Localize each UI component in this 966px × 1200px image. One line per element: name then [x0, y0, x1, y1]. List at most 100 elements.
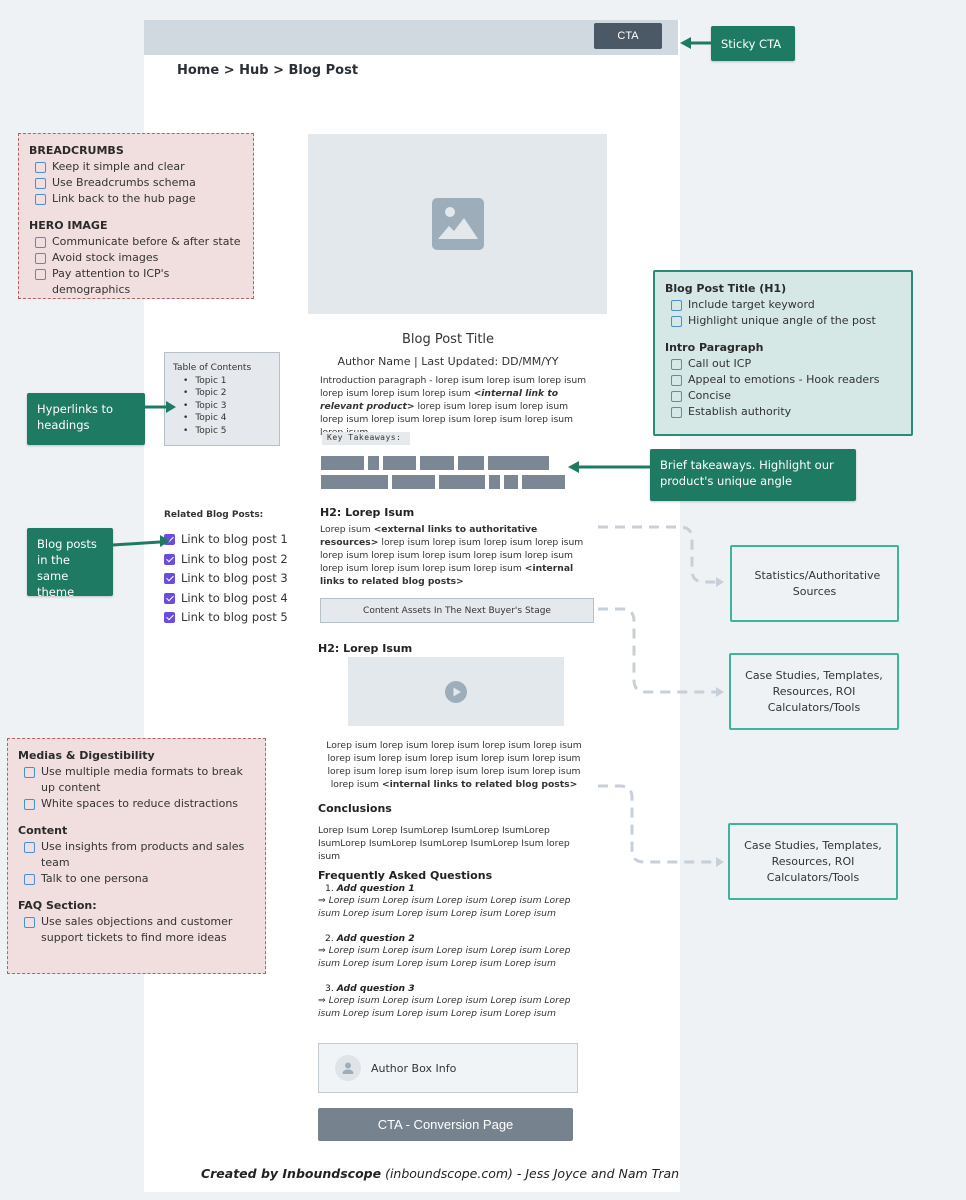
faq-answer: ⇒ Lorep isum Lorep isum Lorep isum Lorep… — [318, 995, 571, 1019]
checkbox[interactable] — [35, 177, 46, 189]
checkbox[interactable] — [671, 315, 682, 327]
related-post-link[interactable]: Link to blog post 1 — [164, 530, 288, 550]
checklist-item[interactable]: Use sales objections and customer suppor… — [24, 914, 255, 946]
checkbox[interactable] — [671, 406, 682, 418]
toc-link[interactable]: Topic 1 — [173, 375, 271, 388]
breadcrumb[interactable]: Home > Hub > Blog Post — [177, 63, 358, 78]
footer-credit: Created by Inboundscope (inboundscope.co… — [144, 1166, 736, 1181]
annotation-text: Hyperlinks to headings — [37, 402, 114, 432]
checklist-item[interactable]: Keep it simple and clear — [35, 159, 243, 175]
checkbox[interactable] — [35, 161, 46, 173]
faq-number: 1. — [325, 883, 334, 894]
hero-image-placeholder — [308, 134, 607, 314]
annotation-brief-takeaways: Brief takeaways. Highlight our product's… — [650, 449, 856, 501]
table-of-contents: Table of Contents Topic 1 Topic 2 Topic … — [164, 352, 280, 446]
checkbox[interactable] — [24, 916, 35, 928]
takeaway-bar — [439, 475, 485, 489]
item-label: Call out ICP — [688, 357, 752, 370]
checklist-item[interactable]: Use insights from products and sales tea… — [24, 839, 255, 871]
takeaway-bar — [321, 456, 364, 470]
checklist-item[interactable]: White spaces to reduce distractions — [24, 796, 255, 812]
side-box-case-studies: Case Studies, Templates, Resources, ROI … — [729, 653, 899, 730]
sticky-cta-button[interactable]: CTA — [594, 23, 662, 49]
checklist-section: Medias & Digestibility Use multiple medi… — [18, 749, 255, 812]
checkbox[interactable] — [35, 236, 46, 248]
faq-question: 3. Add question 3 — [318, 983, 573, 994]
section-body: Lorep isum lorep isum lorep isum lorep i… — [318, 739, 590, 791]
checkbox-checked[interactable] — [164, 612, 175, 623]
checklist-item[interactable]: Include target keyword — [671, 297, 901, 313]
section-body: Lorep isum <external links to authoritat… — [320, 523, 598, 588]
takeaway-bar — [488, 456, 549, 470]
toc-link[interactable]: Topic 4 — [173, 412, 271, 425]
checkbox[interactable] — [35, 268, 46, 280]
related-post-link[interactable]: Link to blog post 5 — [164, 608, 288, 628]
play-icon[interactable] — [444, 680, 468, 704]
link-label: Link to blog post 3 — [181, 571, 288, 585]
toc-link[interactable]: Topic 3 — [173, 400, 271, 413]
section-heading: H2: Lorep Isum — [318, 642, 413, 655]
item-label: Use multiple media formats to break up c… — [41, 765, 243, 794]
toc-link[interactable]: Topic 5 — [173, 425, 271, 438]
checklist-item[interactable]: Avoid stock images — [35, 250, 243, 266]
checklist-item[interactable]: Link back to the hub page — [35, 191, 243, 207]
arrowhead — [716, 687, 724, 697]
faq-heading: Frequently Asked Questions — [318, 869, 493, 882]
checklist-item[interactable]: Call out ICP — [671, 356, 901, 372]
related-post-link[interactable]: Link to blog post 2 — [164, 550, 288, 570]
item-label: Link back to the hub page — [52, 192, 196, 205]
side-box-text: Case Studies, Templates, Resources, ROI … — [744, 838, 882, 884]
item-label: Talk to one persona — [41, 872, 149, 885]
checkbox[interactable] — [35, 252, 46, 264]
checkbox[interactable] — [24, 798, 35, 810]
takeaway-bar — [458, 456, 484, 470]
faq-question-text: Add question 1 — [336, 883, 415, 894]
checklist-item[interactable]: Establish authority — [671, 404, 901, 420]
item-label: Keep it simple and clear — [52, 160, 185, 173]
checkbox[interactable] — [671, 390, 682, 402]
annotation-text: Brief takeaways. Highlight our product's… — [660, 458, 834, 488]
checkbox[interactable] — [671, 358, 682, 370]
checkbox[interactable] — [671, 374, 682, 386]
section-title: Blog Post Title (H1) — [665, 282, 787, 295]
item-label: Communicate before & after state — [52, 235, 241, 248]
intro-paragraph: Introduction paragraph - lorep isum lore… — [320, 374, 592, 439]
link-label: Link to blog post 4 — [181, 590, 288, 605]
faq-list: 1. Add question 1 ⇒ Lorep isum Lorep isu… — [318, 883, 573, 1020]
faq-item: 2. Add question 2 ⇒ Lorep isum Lorep isu… — [318, 933, 573, 970]
cta-conversion-button[interactable]: CTA - Conversion Page — [318, 1108, 573, 1141]
checklist-item[interactable]: Concise — [671, 388, 901, 404]
author-box: Author Box Info — [318, 1043, 578, 1093]
related-post-link[interactable]: Link to blog post 4 — [164, 589, 288, 609]
toc-link[interactable]: Topic 2 — [173, 387, 271, 400]
checkbox[interactable] — [24, 766, 35, 778]
checklist-item[interactable]: Appeal to emotions - Hook readers — [671, 372, 901, 388]
checkbox[interactable] — [35, 193, 46, 205]
takeaway-bar — [368, 456, 379, 470]
checkbox-checked[interactable] — [164, 592, 175, 604]
checkbox[interactable] — [671, 299, 682, 311]
checklist-item[interactable]: Use multiple media formats to break up c… — [24, 764, 255, 796]
content-assets-block[interactable]: Content Assets In The Next Buyer's Stage — [320, 598, 594, 623]
faq-number: 3. — [325, 983, 334, 994]
checkbox[interactable] — [24, 841, 35, 853]
checklist-item[interactable]: Communicate before & after state — [35, 234, 243, 250]
checkbox-checked[interactable] — [164, 534, 175, 545]
checkbox-checked[interactable] — [164, 553, 175, 565]
internal-link[interactable]: <internal links to related blog posts> — [382, 779, 577, 790]
checklist-item[interactable]: Talk to one persona — [24, 871, 255, 887]
link-label: Link to blog post 2 — [181, 551, 288, 566]
takeaway-bar — [392, 475, 435, 489]
checklist-item[interactable]: Pay attention to ICP's demographics — [35, 266, 243, 298]
checkbox-checked[interactable] — [164, 573, 175, 584]
checkbox[interactable] — [24, 873, 35, 885]
item-label: Appeal to emotions - Hook readers — [688, 373, 880, 386]
key-takeaways-label: Key Takeaways: — [322, 432, 410, 445]
checklist-title-intro: Blog Post Title (H1) Include target keyw… — [653, 270, 913, 436]
checklist-item[interactable]: Highlight unique angle of the post — [671, 313, 901, 329]
checklist-item[interactable]: Use Breadcrumbs schema — [35, 175, 243, 191]
video-placeholder[interactable] — [348, 657, 564, 726]
footer-credit-bold: Created by Inboundscope — [200, 1166, 382, 1181]
checklist-section: BREADCRUMBS Keep it simple and clear Use… — [29, 144, 243, 207]
related-post-link[interactable]: Link to blog post 3 — [164, 569, 288, 589]
